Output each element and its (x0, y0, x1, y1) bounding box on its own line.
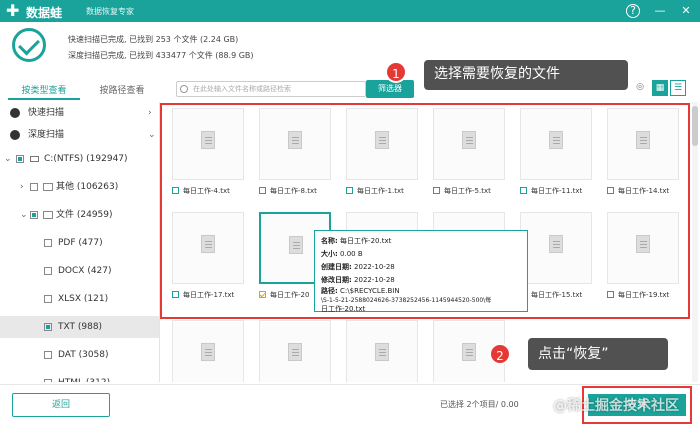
grid-scrollbar[interactable] (692, 102, 698, 382)
list-view-icon[interactable]: ☰ (670, 80, 686, 96)
close-button[interactable]: ✕ (678, 3, 694, 19)
search-input[interactable]: 在此处输入文件名称或路径检索 (176, 81, 366, 97)
checked-circle-icon (10, 108, 20, 118)
file-type-tree: 快速扫描 › 深度扫描 ⌄ ⌄ C:(NTFS) (192947) › 其他 (… (0, 102, 160, 382)
txt-file-icon (375, 343, 389, 361)
tree-checkbox[interactable] (44, 295, 52, 303)
app-subtitle: 数据恢复专家 (86, 7, 134, 16)
txt-file-icon (201, 343, 215, 361)
file-card[interactable] (172, 320, 244, 382)
file-card[interactable] (346, 320, 418, 382)
grid-view-icon[interactable]: ▦ (652, 80, 668, 96)
tree-item-quick-scan[interactable]: 快速扫描 › (0, 102, 159, 124)
chevron-down-icon: ⌄ (20, 210, 28, 220)
tree-item-html[interactable]: HTML (312) (0, 372, 159, 382)
search-placeholder: 在此处输入文件名称或路径检索 (193, 85, 291, 93)
help-icon[interactable]: ? (626, 4, 640, 18)
tree-checkbox[interactable] (30, 183, 38, 191)
filter-button[interactable]: 筛选器 (366, 80, 414, 98)
folder-icon (43, 183, 53, 191)
tree-checkbox[interactable] (16, 155, 24, 163)
tree-item-other[interactable]: › 其他 (106263) (0, 176, 159, 198)
tree-item-documents[interactable]: ⌄ 文件 (24959) (0, 204, 159, 226)
tree-item-drive-c[interactable]: ⌄ C:(NTFS) (192947) (0, 148, 159, 170)
chevron-down-icon: ⌄ (148, 130, 156, 140)
tree-item-deep-scan[interactable]: 深度扫描 ⌄ (0, 124, 159, 146)
chevron-down-icon: ⌄ (4, 154, 12, 164)
deep-scan-status: 深度扫描已完成, 已找到 433477 个文件 (88.9 GB) (68, 51, 254, 60)
tree-checkbox[interactable] (44, 379, 52, 382)
preview-eye-icon[interactable]: ◎ (632, 80, 648, 96)
tree-item-pdf[interactable]: PDF (477) (0, 232, 159, 254)
tree-item-docx[interactable]: DOCX (427) (0, 260, 159, 282)
tree-item-xlsx[interactable]: XLSX (121) (0, 288, 159, 310)
drive-icon (30, 156, 39, 162)
txt-file-icon (288, 343, 302, 361)
tree-checkbox[interactable] (44, 323, 52, 331)
file-card[interactable] (259, 320, 331, 382)
app-brand: 数据蛙 (26, 6, 63, 20)
scan-complete-icon (12, 28, 46, 62)
txt-file-icon (462, 343, 476, 361)
tree-item-dat[interactable]: DAT (3058) (0, 344, 159, 366)
folder-icon (43, 211, 53, 219)
chevron-right-icon: › (20, 182, 24, 192)
selection-summary: 已选择 2个项目/ 0.00 (440, 400, 519, 409)
scrollbar-thumb[interactable] (692, 106, 698, 146)
tree-checkbox[interactable] (44, 351, 52, 359)
step1-badge: 1 (385, 61, 407, 83)
tree-item-txt[interactable]: TXT (988) (0, 316, 159, 338)
step2-badge: 2 (489, 343, 511, 365)
file-info-tooltip: 名称: 每日工作-20.txt 大小: 0.00 B 创建日期: 2022-10… (314, 230, 528, 313)
minimize-button[interactable]: — (652, 3, 668, 19)
step1-callout: 选择需要恢复的文件 (424, 60, 628, 90)
tab-by-type[interactable]: 按类型查看 (8, 82, 80, 100)
checked-circle-icon (10, 130, 20, 140)
tab-by-path[interactable]: 按路径查看 (86, 82, 158, 100)
quick-scan-status: 快速扫描已完成, 已找到 253 个文件 (2.24 GB) (68, 35, 239, 44)
tree-checkbox[interactable] (30, 211, 38, 219)
search-icon (180, 85, 188, 93)
step2-callout: 点击“恢复” (528, 338, 668, 370)
back-button[interactable]: 返回 (12, 393, 110, 417)
logo-icon: ✚ (6, 1, 20, 20)
tree-checkbox[interactable] (44, 267, 52, 275)
title-bar: ✚ 数据蛙 数据恢复专家 ? — ✕ (0, 0, 700, 22)
watermark: @稀土掘金技术社区 (553, 398, 679, 414)
chevron-right-icon: › (148, 108, 152, 118)
tree-checkbox[interactable] (44, 239, 52, 247)
